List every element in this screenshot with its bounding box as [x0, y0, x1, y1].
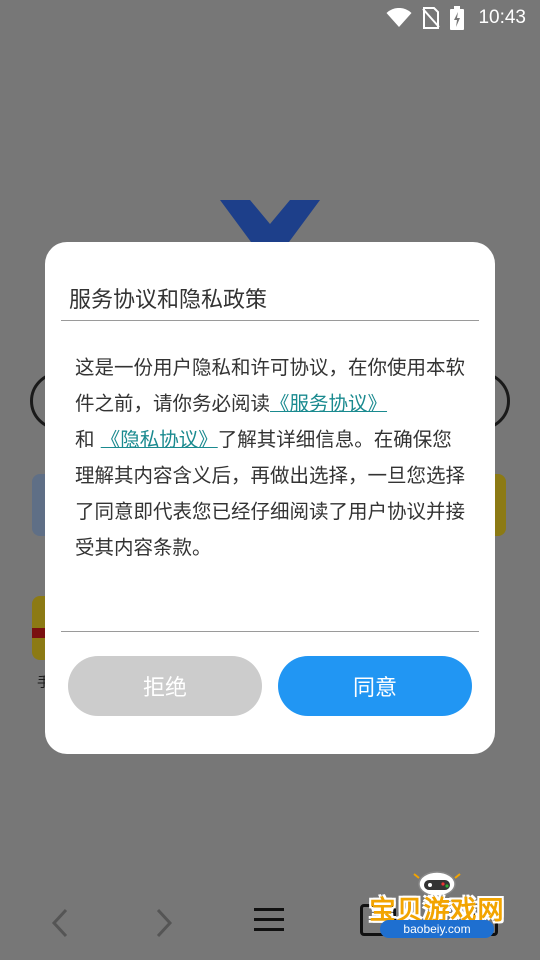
dialog-body: 这是一份用户隐私和许可协议，在你使用本软件之前，请你务必阅读《服务协议》和 《隐… [75, 350, 467, 566]
divider [61, 631, 479, 632]
menu-icon[interactable] [254, 906, 284, 934]
dialog-title: 服务协议和隐私政策 [69, 288, 268, 313]
battery-charging-icon [450, 6, 465, 30]
divider [61, 320, 479, 321]
status-time: 10:43 [478, 7, 526, 28]
wifi-icon [386, 8, 412, 27]
privacy-agreement-link[interactable]: 《隐私协议》 [101, 428, 218, 451]
app-logo-icon [220, 200, 320, 246]
back-arrow-icon[interactable] [50, 908, 70, 938]
service-agreement-link[interactable]: 《服务协议》 [270, 392, 387, 415]
reject-button[interactable]: 拒绝 [68, 656, 262, 716]
agree-button[interactable]: 同意 [278, 656, 472, 716]
watermark-url: baobeiy.com [380, 920, 494, 938]
status-bar: 10:43 [0, 0, 540, 36]
forward-arrow-icon[interactable] [154, 908, 174, 938]
body-text: 和 [75, 428, 95, 451]
privacy-dialog: 服务协议和隐私政策 这是一份用户隐私和许可协议，在你使用本软件之前，请你务必阅读… [45, 242, 495, 754]
no-sim-icon [422, 7, 441, 29]
watermark: 宝贝游戏网 baobeiy.com [362, 868, 512, 942]
